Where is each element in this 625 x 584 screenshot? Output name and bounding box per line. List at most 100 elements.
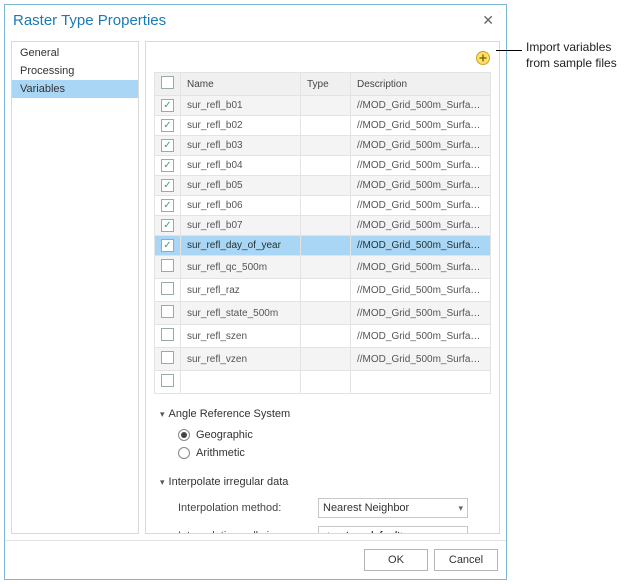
row-checkbox[interactable]: ✓ <box>161 239 174 252</box>
cell-name: sur_refl_b05 <box>181 176 301 196</box>
interp-cell-input[interactable] <box>318 526 468 534</box>
cell-desc: //MOD_Grid_500m_Surface_Ref.. <box>351 96 491 116</box>
dialog-body: GeneralProcessingVariables <box>5 35 506 540</box>
header-checkbox[interactable] <box>161 76 174 89</box>
cell-type <box>301 96 351 116</box>
col-header-type[interactable]: Type <box>301 73 351 96</box>
dialog-footer: OK Cancel <box>5 540 506 579</box>
row-checkbox[interactable]: ✓ <box>161 139 174 152</box>
header-checkbox-cell[interactable] <box>155 73 181 96</box>
table-row[interactable]: ✓ sur_refl_day_of_year //MOD_Grid_500m_Sur… <box>155 236 491 256</box>
col-header-desc[interactable]: Description <box>351 73 491 96</box>
row-checkbox[interactable]: ✓ <box>161 99 174 112</box>
table-row[interactable]: ✓ sur_refl_b03 //MOD_Grid_500m_Surface_Ref… <box>155 136 491 156</box>
chevron-down-icon: ▾ <box>160 409 165 420</box>
cell-desc <box>351 371 491 394</box>
plus-circle-icon <box>475 50 491 66</box>
cell-type <box>301 136 351 156</box>
table-row[interactable]: ✓ sur_refl_b06 //MOD_Grid_500m_Surface_Ref… <box>155 196 491 216</box>
cell-type <box>301 348 351 371</box>
sidebar-item-variables[interactable]: Variables <box>12 80 138 98</box>
col-header-name[interactable]: Name <box>181 73 301 96</box>
radio-arithmetic[interactable]: Arithmetic <box>160 444 491 462</box>
row-checkbox[interactable]: ✓ <box>161 159 174 172</box>
cell-desc: //MOD_Grid_500m_Surface_Ref.. <box>351 236 491 256</box>
cell-name: sur_refl_b01 <box>181 96 301 116</box>
callout-text: Import variables from sample files <box>522 40 622 71</box>
row-checkbox[interactable] <box>161 374 174 387</box>
table-row[interactable]: ✓ sur_refl_b07 //MOD_Grid_500m_Surface_Ref… <box>155 216 491 236</box>
table-row[interactable]: ✓sur_refl_b04//MOD_Grid_500m_Surface_Ref… <box>155 156 491 176</box>
cell-name <box>181 371 301 394</box>
angle-reference-section: ▾ Angle Reference System Geographic Arith… <box>154 408 491 462</box>
cell-desc: //MOD_Grid_500m_Surface_Ref.. <box>351 348 491 371</box>
cell-name: sur_refl_b02 <box>181 116 301 136</box>
table-row[interactable]: sur_refl_raz //MOD_Grid_500m_Surface_Ref.… <box>155 279 491 302</box>
row-checkbox[interactable]: ✓ <box>161 179 174 192</box>
cell-name: sur_refl_vzen <box>181 348 301 371</box>
cell-desc: //MOD_Grid_500m_Surface_Ref.. <box>351 302 491 325</box>
table-row[interactable]: ✓ sur_refl_b01 //MOD_Grid_500m_Surface_Ref… <box>155 96 491 116</box>
row-checkbox[interactable] <box>161 305 174 318</box>
cell-desc: //MOD_Grid_500m_Surface_Ref.. <box>351 216 491 236</box>
cell-type <box>301 279 351 302</box>
interp-method-select[interactable]: Nearest Neighbor ▾ <box>318 498 468 518</box>
row-checkbox[interactable]: ✓ <box>161 199 174 212</box>
interp-section-title: Interpolate irregular data <box>169 476 289 488</box>
cell-name: sur_refl_day_of_year <box>181 236 301 256</box>
cell-name: sur_refl_raz <box>181 279 301 302</box>
cell-name: sur_refl_b03 <box>181 136 301 156</box>
radio-icon <box>178 429 190 441</box>
cell-name: sur_refl_state_500m <box>181 302 301 325</box>
cell-name: sur_refl_b06 <box>181 196 301 216</box>
variables-table: Name Type Description ✓ sur_refl_b01 //MOD… <box>154 72 491 394</box>
title-bar: Raster Type Properties ✕ <box>5 5 506 35</box>
cell-desc: //MOD_Grid_500m_Surface_Ref.. <box>351 279 491 302</box>
table-row[interactable]: ✓sur_refl_b05//MOD_Grid_500m_Surface_Ref… <box>155 176 491 196</box>
radio-geographic[interactable]: Geographic <box>160 426 491 444</box>
interp-section-header[interactable]: ▾ Interpolate irregular data <box>160 476 491 488</box>
callout-leader-line <box>496 50 522 51</box>
cell-type <box>301 116 351 136</box>
sidebar: GeneralProcessingVariables <box>11 41 139 534</box>
radio-icon <box>178 447 190 459</box>
cell-type <box>301 302 351 325</box>
row-checkbox[interactable] <box>161 328 174 341</box>
table-row[interactable]: sur_refl_szen//MOD_Grid_500m_Surface_Ref… <box>155 325 491 348</box>
table-row[interactable]: sur_refl_state_500m //MOD_Grid_500m_Surfa… <box>155 302 491 325</box>
sidebar-item-processing[interactable]: Processing <box>12 62 138 80</box>
cell-type <box>301 236 351 256</box>
row-checkbox[interactable]: ✓ <box>161 119 174 132</box>
cell-type <box>301 156 351 176</box>
radio-label: Arithmetic <box>196 447 245 459</box>
cell-desc: //MOD_Grid_500m_Surface_Ref.. <box>351 325 491 348</box>
chevron-down-icon: ▾ <box>160 477 165 488</box>
table-row[interactable]: sur_refl_qc_500m//MOD_Grid_500m_Surface_… <box>155 256 491 279</box>
angle-section-header[interactable]: ▾ Angle Reference System <box>160 408 491 420</box>
cell-name: sur_refl_b07 <box>181 216 301 236</box>
row-checkbox[interactable]: ✓ <box>161 219 174 232</box>
ok-button[interactable]: OK <box>364 549 428 571</box>
sidebar-item-general[interactable]: General <box>12 44 138 62</box>
import-variables-button[interactable] <box>475 50 491 66</box>
angle-section-title: Angle Reference System <box>169 408 291 420</box>
radio-label: Geographic <box>196 429 253 441</box>
row-checkbox[interactable] <box>161 351 174 364</box>
cancel-button[interactable]: Cancel <box>434 549 498 571</box>
close-icon[interactable]: ✕ <box>478 10 498 31</box>
table-row[interactable]: sur_refl_vzen //MOD_Grid_500m_Surface_Ref… <box>155 348 491 371</box>
chevron-down-icon: ▾ <box>458 503 463 514</box>
cell-desc: //MOD_Grid_500m_Surface_Ref.. <box>351 156 491 176</box>
cell-desc: //MOD_Grid_500m_Surface_Ref.. <box>351 116 491 136</box>
interp-method-label: Interpolation method: <box>178 502 318 514</box>
table-row[interactable] <box>155 371 491 394</box>
cell-desc: //MOD_Grid_500m_Surface_Ref.. <box>351 196 491 216</box>
row-checkbox[interactable] <box>161 259 174 272</box>
cell-type <box>301 176 351 196</box>
table-row[interactable]: ✓ sur_refl_b02 //MOD_Grid_500m_Surface_Ref… <box>155 116 491 136</box>
interpolate-section: ▾ Interpolate irregular data Interpolati… <box>154 476 491 534</box>
cell-desc: //MOD_Grid_500m_Surface_Ref.. <box>351 256 491 279</box>
cell-type <box>301 196 351 216</box>
cell-desc: //MOD_Grid_500m_Surface_Ref.. <box>351 136 491 156</box>
row-checkbox[interactable] <box>161 282 174 295</box>
